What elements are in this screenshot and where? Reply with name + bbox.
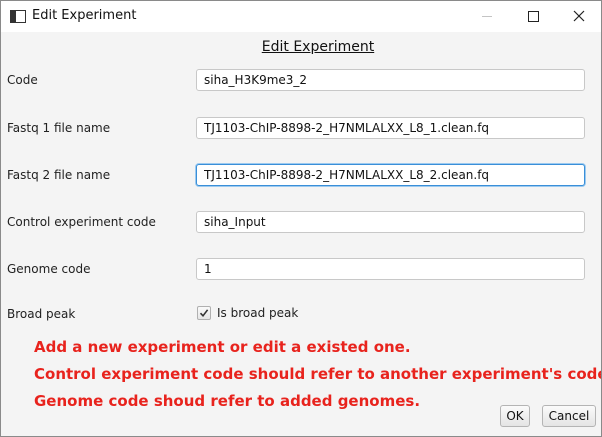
genome-code-label: Genome code: [7, 262, 91, 276]
control-experiment-input[interactable]: [196, 211, 585, 233]
broad-peak-checkbox-label[interactable]: Is broad peak: [217, 306, 298, 320]
fastq1-input[interactable]: [196, 117, 585, 139]
dialog-heading: Edit Experiment: [261, 39, 375, 55]
code-label: Code: [7, 73, 38, 87]
broad-peak-label: Broad peak: [7, 307, 76, 321]
minimize-button[interactable]: [464, 1, 510, 32]
minimize-icon: [482, 16, 492, 17]
help-notes: Add a new experiment or edit a existed o…: [34, 334, 602, 415]
maximize-button[interactable]: [510, 1, 556, 32]
edit-experiment-window: Edit Experiment Edit Experiment Code Fas…: [0, 0, 602, 437]
window-title: Edit Experiment: [32, 8, 137, 23]
fastq2-label: Fastq 2 file name: [7, 168, 111, 182]
fastq2-input[interactable]: [196, 164, 585, 186]
fastq1-label: Fastq 1 file name: [7, 121, 111, 135]
help-note: Control experiment code should refer to …: [34, 365, 602, 383]
code-input[interactable]: [196, 69, 585, 91]
close-button[interactable]: [556, 1, 601, 32]
broad-peak-checkbox[interactable]: [197, 306, 211, 320]
genome-code-input[interactable]: [196, 258, 585, 280]
window-app-icon: [10, 10, 26, 23]
help-note: Add a new experiment or edit a existed o…: [34, 338, 411, 356]
ok-button[interactable]: OK: [500, 405, 530, 427]
maximize-icon: [528, 11, 539, 22]
title-bar[interactable]: Edit Experiment: [1, 1, 601, 32]
close-icon: [573, 10, 585, 22]
checkmark-icon: [199, 309, 209, 318]
control-experiment-label: Control experiment code: [7, 215, 156, 229]
cancel-button[interactable]: Cancel: [542, 405, 596, 427]
